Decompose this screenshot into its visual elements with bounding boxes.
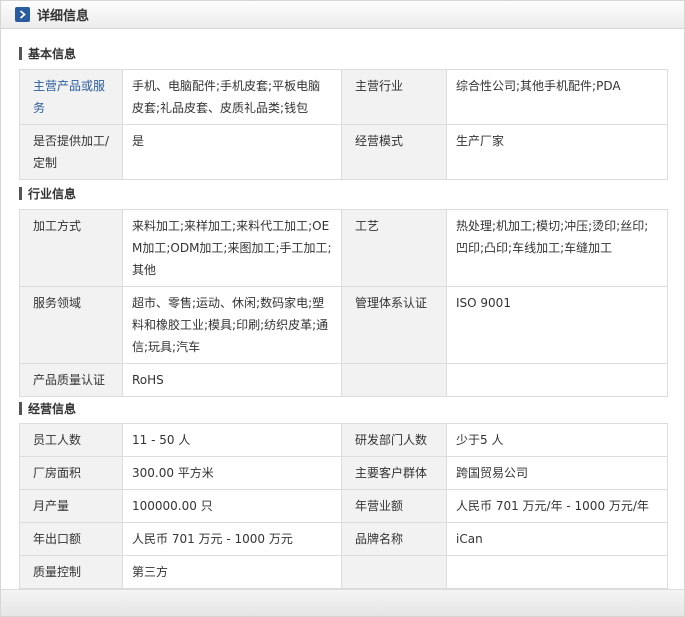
table-row: 加工方式 来料加工;来样加工;来料代工加工;OEM加工;ODM加工;来图加工;手… bbox=[19, 209, 668, 287]
label-rd-staff: 研发部门人数 bbox=[341, 423, 447, 457]
section-bar bbox=[19, 187, 22, 200]
table-row: 服务领域 超市、零售;运动、休闲;数码家电;塑料和橡胶工业;模具;印刷;纺织皮革… bbox=[19, 286, 668, 364]
label-annual-revenue: 年营业额 bbox=[341, 489, 447, 523]
section-title-basic: 基本信息 bbox=[19, 45, 76, 62]
label-main-industry: 主营行业 bbox=[341, 69, 447, 125]
value-employees: 11 - 50 人 bbox=[122, 423, 342, 457]
table-row: 主营产品或服务 手机、电脑配件;手机皮套;平板电脑皮套;礼品皮套、皮质礼品类;钱… bbox=[19, 69, 668, 125]
table-row: 是否提供加工/定制 是 经营模式 生产厂家 bbox=[19, 124, 668, 180]
section-title-text: 经营信息 bbox=[28, 402, 77, 416]
label-employees: 员工人数 bbox=[19, 423, 123, 457]
label-brand-name: 品牌名称 bbox=[341, 522, 447, 556]
value-annual-export: 人民币 701 万元 - 1000 万元 bbox=[122, 522, 342, 556]
table-row: 员工人数 11 - 50 人 研发部门人数 少于5 人 bbox=[19, 423, 668, 457]
label-craft: 工艺 bbox=[341, 209, 447, 287]
table-row: 产品质量认证 RoHS bbox=[19, 363, 668, 397]
table-row: 月产量 100000.00 只 年营业额 人民币 701 万元/年 - 1000… bbox=[19, 489, 668, 523]
section-title-industry: 行业信息 bbox=[19, 185, 76, 202]
operation-info-table: 员工人数 11 - 50 人 研发部门人数 少于5 人 厂房面积 300.00 … bbox=[19, 423, 668, 589]
label-main-customers: 主要客户群体 bbox=[341, 456, 447, 490]
value-quality-control: 第三方 bbox=[122, 555, 342, 589]
section-bar bbox=[19, 402, 22, 415]
value-empty bbox=[446, 363, 668, 397]
label-empty bbox=[341, 555, 447, 589]
section-title-text: 基本信息 bbox=[28, 47, 77, 61]
value-main-customers: 跨国贸易公司 bbox=[446, 456, 668, 490]
value-customization: 是 bbox=[122, 124, 342, 180]
chevron-right-icon[interactable] bbox=[15, 7, 30, 22]
value-main-industry: 综合性公司;其他手机配件;PDA bbox=[446, 69, 668, 125]
value-rd-staff: 少于5 人 bbox=[446, 423, 668, 457]
value-brand-name: iCan bbox=[446, 522, 668, 556]
label-annual-export: 年出口额 bbox=[19, 522, 123, 556]
label-customization: 是否提供加工/定制 bbox=[19, 124, 123, 180]
value-monthly-output: 100000.00 只 bbox=[122, 489, 342, 523]
value-processing-method: 来料加工;来样加工;来料代工加工;OEM加工;ODM加工;来图加工;手工加工;其… bbox=[122, 209, 342, 287]
value-main-products: 手机、电脑配件;手机皮套;平板电脑皮套;礼品皮套、皮质礼品类;钱包 bbox=[122, 69, 342, 125]
value-factory-area: 300.00 平方米 bbox=[122, 456, 342, 490]
panel-header: 详细信息 bbox=[1, 1, 684, 29]
panel-title: 详细信息 bbox=[37, 9, 90, 24]
value-business-model: 生产厂家 bbox=[446, 124, 668, 180]
value-annual-revenue: 人民币 701 万元/年 - 1000 万元/年 bbox=[446, 489, 668, 523]
panel-footer bbox=[1, 589, 684, 616]
label-quality-cert: 产品质量认证 bbox=[19, 363, 123, 397]
value-quality-cert: RoHS bbox=[122, 363, 342, 397]
label-monthly-output: 月产量 bbox=[19, 489, 123, 523]
detail-panel: 详细信息 基本信息 主营产品或服务 手机、电脑配件;手机皮套;平板电脑皮套;礼品… bbox=[0, 0, 685, 617]
label-management-cert: 管理体系认证 bbox=[341, 286, 447, 364]
label-quality-control: 质量控制 bbox=[19, 555, 123, 589]
section-title-operation: 经营信息 bbox=[19, 400, 76, 417]
table-row: 厂房面积 300.00 平方米 主要客户群体 跨国贸易公司 bbox=[19, 456, 668, 490]
section-bar bbox=[19, 47, 22, 60]
value-service-field: 超市、零售;运动、休闲;数码家电;塑料和橡胶工业;模具;印刷;纺织皮革;通信;玩… bbox=[122, 286, 342, 364]
label-factory-area: 厂房面积 bbox=[19, 456, 123, 490]
table-row: 质量控制 第三方 bbox=[19, 555, 668, 589]
value-craft: 热处理;机加工;模切;冲压;烫印;丝印;凹印;凸印;车线加工;车缝加工 bbox=[446, 209, 668, 287]
basic-info-table: 主营产品或服务 手机、电脑配件;手机皮套;平板电脑皮套;礼品皮套、皮质礼品类;钱… bbox=[19, 69, 668, 180]
table-row: 年出口额 人民币 701 万元 - 1000 万元 品牌名称 iCan bbox=[19, 522, 668, 556]
label-service-field: 服务领域 bbox=[19, 286, 123, 364]
value-empty bbox=[446, 555, 668, 589]
industry-info-table: 加工方式 来料加工;来样加工;来料代工加工;OEM加工;ODM加工;来图加工;手… bbox=[19, 209, 668, 397]
label-empty bbox=[341, 363, 447, 397]
label-main-products[interactable]: 主营产品或服务 bbox=[19, 69, 123, 125]
label-processing-method: 加工方式 bbox=[19, 209, 123, 287]
label-business-model: 经营模式 bbox=[341, 124, 447, 180]
value-management-cert: ISO 9001 bbox=[446, 286, 668, 364]
section-title-text: 行业信息 bbox=[28, 187, 77, 201]
